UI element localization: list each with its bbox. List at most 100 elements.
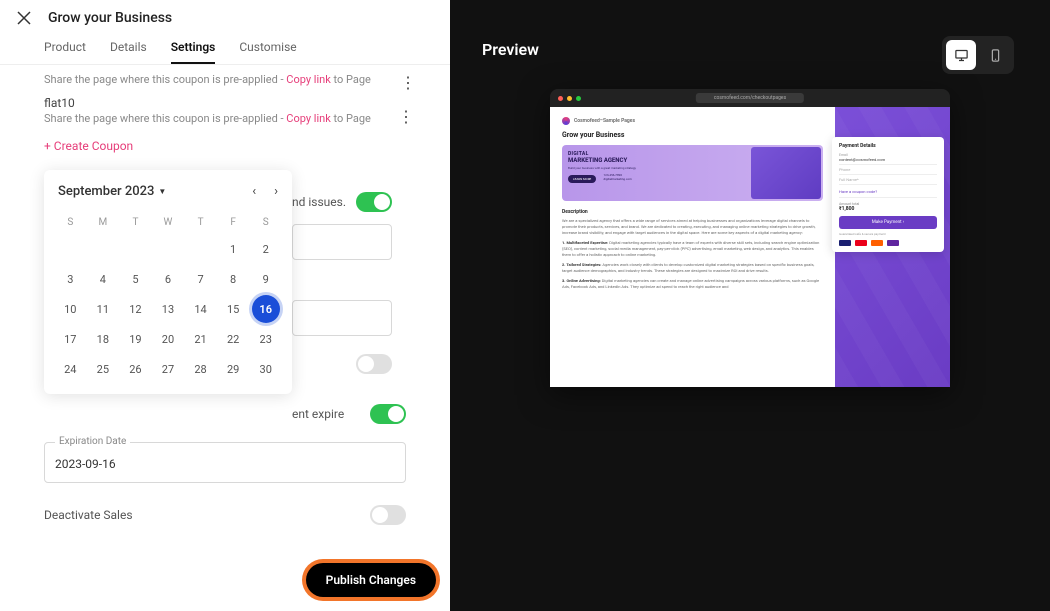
calendar-day[interactable]: 15 [219, 295, 247, 323]
expiration-legend: Expiration Date [55, 436, 130, 447]
calendar-day[interactable]: 25 [89, 355, 117, 383]
calendar-empty [89, 235, 117, 263]
preview-page-title: Grow your Business [562, 131, 823, 139]
preview-page: Cosmofeed–Sample Pages Grow your Busines… [550, 107, 950, 387]
calendar-day[interactable]: 24 [56, 355, 84, 383]
coupon-block: ⋮ Share the page where this coupon is pr… [44, 73, 406, 162]
toggle-deactivate[interactable] [370, 505, 406, 525]
calendar-day[interactable]: 12 [121, 295, 149, 323]
calendar-day[interactable]: 18 [89, 325, 117, 353]
tab-settings[interactable]: Settings [171, 40, 216, 64]
copy-link[interactable]: Copy link [286, 73, 330, 86]
bottom-section: ent expire Expiration Date Deactivate Sa… [44, 404, 406, 525]
preview-panel: Preview cosmofeed.com/checkoutpages Cosm… [450, 0, 1050, 611]
browser-mock: cosmofeed.com/checkoutpages Cosmofeed–Sa… [550, 89, 950, 387]
header: Grow your Business [0, 0, 450, 34]
calendar-day[interactable]: 1 [219, 235, 247, 263]
calendar-dow: F [217, 211, 250, 234]
peek-input-1[interactable] [292, 224, 392, 260]
calendar-day[interactable]: 14 [187, 295, 215, 323]
deactivate-label: Deactivate Sales [44, 508, 133, 522]
calendar-dow: T [119, 211, 152, 234]
more-icon[interactable]: ⋮ [400, 73, 414, 92]
copy-link-2[interactable]: Copy link [286, 112, 330, 125]
desc-p2: 1. Multifaceted Expertise: Digital marke… [562, 240, 823, 258]
calendar-day[interactable]: 13 [154, 295, 182, 323]
coupon-name: flat10 [44, 96, 406, 110]
tab-customise[interactable]: Customise [239, 40, 296, 64]
calendar-day[interactable]: 17 [56, 325, 84, 353]
toggle-mid[interactable] [356, 354, 392, 374]
close-icon[interactable] [16, 10, 32, 26]
peek-content: nd issues. [292, 192, 392, 374]
calendar-day[interactable]: 6 [154, 265, 182, 293]
banner-illustration [751, 147, 821, 199]
pay-phone: Phone [839, 165, 937, 175]
brand-logo [562, 117, 570, 125]
desc-p1: We are a specialized agency that offers … [562, 218, 823, 236]
calendar-month-select[interactable]: September 2023 ▼ [58, 184, 166, 199]
calendar-day[interactable]: 10 [56, 295, 84, 323]
payment-title: Payment Details [839, 143, 937, 149]
mobile-icon [988, 48, 1003, 63]
mobile-preview-button[interactable] [980, 40, 1010, 70]
calendar-dow: W [152, 211, 185, 234]
calendar-empty [187, 235, 215, 263]
share-prefix-2: Share the page where this coupon is pre-… [44, 112, 286, 125]
make-payment-button: Make Payment › [839, 216, 937, 229]
desc-p3: 2. Tailored Strategies: Agencies work cl… [562, 262, 823, 274]
toggle-expire[interactable] [370, 404, 406, 424]
calendar-day[interactable]: 11 [89, 295, 117, 323]
calendar-day[interactable]: 30 [252, 355, 280, 383]
secure-text: Guaranteed safe & secure payment [839, 232, 937, 236]
calendar-day[interactable]: 20 [154, 325, 182, 353]
to-page-2: to Page [331, 112, 371, 125]
share-line-1: Share the page where this coupon is pre-… [44, 73, 406, 86]
calendar-day[interactable]: 8 [219, 265, 247, 293]
page-title: Grow your Business [48, 10, 172, 26]
tab-details[interactable]: Details [110, 40, 147, 64]
calendar-next[interactable]: › [274, 184, 278, 199]
calendar-day[interactable]: 19 [121, 325, 149, 353]
calendar-day[interactable]: 7 [187, 265, 215, 293]
calendar-day[interactable]: 29 [219, 355, 247, 383]
peek-text-expire: ent expire [292, 407, 344, 421]
pay-email: content@cosmofeed.com [839, 157, 937, 165]
calendar-day[interactable]: 3 [56, 265, 84, 293]
calendar-day[interactable]: 16 [252, 295, 280, 323]
device-toggle [942, 36, 1014, 74]
desktop-preview-button[interactable] [946, 40, 976, 70]
calendar-dow: S [54, 211, 87, 234]
more-icon-2[interactable]: ⋮ [398, 107, 414, 126]
calendar-day[interactable]: 23 [252, 325, 280, 353]
calendar-day[interactable]: 4 [89, 265, 117, 293]
peek-input-2[interactable] [292, 300, 392, 336]
calendar-empty [154, 235, 182, 263]
calendar-day[interactable]: 22 [219, 325, 247, 353]
create-coupon-link[interactable]: + Create Coupon [44, 139, 133, 153]
browser-bar: cosmofeed.com/checkoutpages [550, 89, 950, 107]
calendar-prev[interactable]: ‹ [252, 184, 256, 199]
preview-title: Preview [482, 40, 1018, 59]
calendar-empty [121, 235, 149, 263]
to-page: to Page [331, 73, 371, 86]
date-picker: September 2023 ▼ ‹ › SMTWTFS123456789101… [44, 170, 292, 394]
calendar-empty [56, 235, 84, 263]
calendar-day[interactable]: 5 [121, 265, 149, 293]
calendar-day[interactable]: 28 [187, 355, 215, 383]
calendar-day[interactable]: 26 [121, 355, 149, 383]
expiration-input[interactable] [55, 457, 395, 471]
desc-heading: Description [562, 209, 823, 215]
payment-logos [839, 240, 937, 246]
expiration-field[interactable]: Expiration Date [44, 442, 406, 483]
tab-product[interactable]: Product [44, 40, 86, 64]
publish-button[interactable]: Publish Changes [306, 563, 436, 597]
calendar-day[interactable]: 21 [187, 325, 215, 353]
toggle-issues[interactable] [356, 192, 392, 212]
calendar-day[interactable]: 9 [252, 265, 280, 293]
desc-p4: 3. Online Advertising: Digital marketing… [562, 278, 823, 290]
calendar-day[interactable]: 2 [252, 235, 280, 263]
calendar-day[interactable]: 27 [154, 355, 182, 383]
editor-panel: Grow your Business Product Details Setti… [0, 0, 450, 611]
share-line-2: Share the page where this coupon is pre-… [44, 112, 406, 125]
